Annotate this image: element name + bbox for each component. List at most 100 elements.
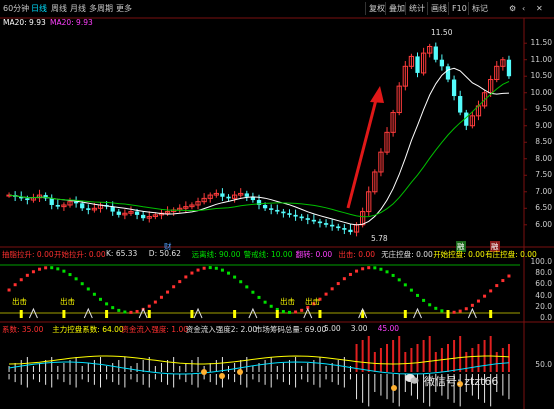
mid-indicator-value: 开始拉升: 0.00 xyxy=(54,250,106,259)
oscillator-dot xyxy=(470,303,474,307)
candle-body xyxy=(317,221,323,224)
candle-body xyxy=(244,193,249,197)
price-tick-label: 11.00 xyxy=(530,54,552,64)
attack-signal-tag: 出击 xyxy=(60,297,75,306)
candle-body xyxy=(287,213,292,215)
oscillator-dot xyxy=(495,284,499,288)
oscillator-dot xyxy=(507,274,511,278)
candle-body xyxy=(293,214,298,217)
bottom-axis-label: 50.0 xyxy=(535,360,552,369)
mid-indicator-value: 翻转: 0.00 xyxy=(295,250,333,259)
oscillator-dot xyxy=(263,300,267,304)
oscillator-dot xyxy=(324,292,328,296)
attack-signal-tag: 出击 xyxy=(280,297,295,306)
oscillator-dot xyxy=(342,277,346,281)
bottom-indicator-value: 系数: 35.00 xyxy=(2,325,44,334)
oscillator-dot xyxy=(397,278,401,282)
oscillator-dot xyxy=(489,289,493,293)
mid-indicator-value: D: 50.62 xyxy=(148,249,181,258)
oscillator-dot xyxy=(178,280,182,284)
mid-indicator-value: 出击: 0.00 xyxy=(338,250,376,259)
bottom-indicator-value: 3.00 xyxy=(350,324,368,333)
oscillator-dot xyxy=(153,300,157,304)
chip-marker-dot xyxy=(391,385,397,391)
oscillator-dot xyxy=(379,267,383,271)
oscillator-dot xyxy=(336,282,340,286)
oscillator-dot xyxy=(348,272,352,276)
mid-indicator-value: K: 65.33 xyxy=(106,249,138,258)
candle-body xyxy=(220,193,225,197)
bottom-indicator-value: 主力控盘系数: 64.00 xyxy=(52,325,124,334)
chip-marker-dot xyxy=(219,373,225,379)
bottom-indicator-value: 资金流入强度: 1.00 xyxy=(121,325,189,334)
price-tick-label: 7.50 xyxy=(535,170,552,180)
candle-body xyxy=(25,198,30,201)
attack-signal-tag: 出击 xyxy=(12,297,27,306)
oscillator-dot xyxy=(281,310,285,314)
price-tick-label: 6.00 xyxy=(535,219,552,229)
oscillator-dot xyxy=(300,308,304,312)
stock-chart-app: 60分钟 日线 周线 月线 多周期 更多 复权 叠加 统计 画线 F10 标记 … xyxy=(0,0,554,409)
oscillator-dot xyxy=(50,266,54,270)
mid-indicator-value: 开始控盘: 0.00 xyxy=(433,250,485,259)
oscillator-dot xyxy=(13,283,17,287)
oscillator-dot xyxy=(233,275,237,279)
candle-body xyxy=(134,211,140,215)
chip-marker-dot xyxy=(201,369,207,375)
candle-body xyxy=(116,211,121,215)
oscillator-dot xyxy=(391,273,395,277)
chip-marker-dot xyxy=(237,369,243,375)
candle-body xyxy=(55,204,60,207)
oscillator-dot xyxy=(464,307,468,311)
price-tick-label: 10.50 xyxy=(530,71,552,81)
oscillator-dot xyxy=(74,277,78,281)
oscillator-dot xyxy=(409,288,413,292)
oscillator-dot xyxy=(440,309,444,313)
mid-indicator-value: 有庄控盘: 0.00 xyxy=(485,250,537,259)
oscillator-dot xyxy=(111,306,115,310)
candle-body xyxy=(445,66,451,80)
signal-bar xyxy=(233,310,237,318)
bottom-indicator-value: 5.00 xyxy=(324,324,341,333)
oscillator-dot xyxy=(367,266,371,270)
signal-bar xyxy=(318,310,322,318)
oscillator-dot xyxy=(147,304,151,308)
oscillator-dot xyxy=(62,269,66,273)
oscillator-dot xyxy=(483,294,487,298)
oscillator-dot xyxy=(129,310,133,314)
candle-body xyxy=(348,229,353,233)
trend-arrow-head xyxy=(370,86,384,103)
oscillator-dot xyxy=(105,302,109,306)
price-tick-label: 6.50 xyxy=(535,203,552,213)
oscillator-dot xyxy=(422,298,426,302)
candle-body xyxy=(323,223,329,225)
mid-axis-label: 100.0 xyxy=(530,257,552,266)
price-tick-label: 7.00 xyxy=(535,186,552,196)
candle-body xyxy=(458,96,463,113)
oscillator-dot xyxy=(452,310,456,314)
oscillator-dot xyxy=(361,267,365,271)
signal-bar xyxy=(489,310,493,318)
candle-body xyxy=(110,206,115,212)
mid-indicator-value: 抽脂拉升: 0.00 xyxy=(2,250,54,259)
signal-bar xyxy=(147,310,151,318)
oscillator-dot xyxy=(166,290,170,294)
oscillator-dot xyxy=(403,283,407,287)
oscillator-dot xyxy=(31,270,35,274)
price-tick-label: 8.00 xyxy=(535,153,552,163)
oscillator-dot xyxy=(287,310,291,314)
oscillator-dot xyxy=(44,266,48,270)
chart-canvas xyxy=(0,17,554,409)
oscillator-dot xyxy=(92,292,96,296)
oscillator-dot xyxy=(227,271,231,275)
candle-body xyxy=(342,228,347,230)
signal-bar xyxy=(190,310,194,318)
oscillator-dot xyxy=(251,290,255,294)
oscillator-dot xyxy=(159,295,163,299)
oscillator-dot xyxy=(220,268,224,272)
signal-bar xyxy=(446,310,450,318)
candle-body xyxy=(336,226,341,229)
oscillator-dot xyxy=(135,309,139,313)
oscillator-dot xyxy=(355,269,359,273)
oscillator-dot xyxy=(7,288,11,292)
